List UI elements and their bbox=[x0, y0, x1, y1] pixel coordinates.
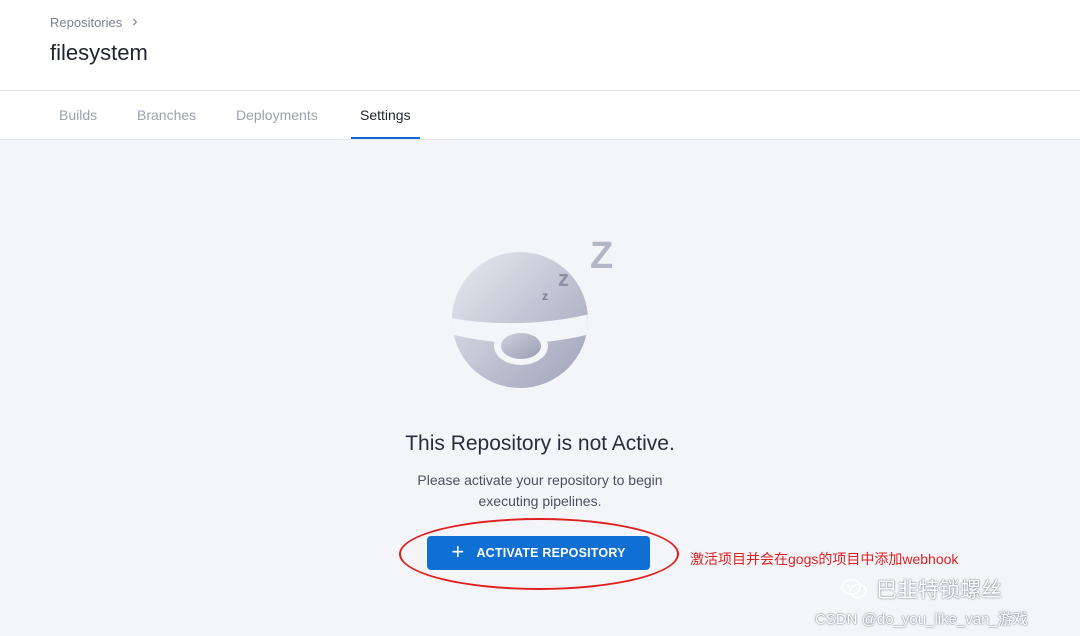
empty-state-description: Please activate your repository to begin… bbox=[340, 470, 740, 512]
empty-state-title: This Repository is not Active. bbox=[405, 432, 675, 455]
empty-state-description-line2: executing pipelines. bbox=[478, 493, 602, 509]
page-title: filesystem bbox=[50, 40, 148, 65]
zzz-small: z bbox=[542, 289, 548, 303]
zzz-medium: z bbox=[558, 266, 569, 291]
annotation-text: 激活项目并会在gogs的项目中添加webhook bbox=[690, 551, 959, 567]
watermark-credit: CSDN @do_you_like_van_游戏 bbox=[815, 611, 1028, 628]
annotation-circle bbox=[399, 518, 679, 590]
repo-header: Repositories › filesystem bbox=[0, 0, 1080, 91]
breadcrumb-repositories-link[interactable]: Repositories bbox=[50, 15, 122, 30]
wechat-icon bbox=[841, 578, 867, 599]
breadcrumb: Repositories › bbox=[50, 14, 138, 30]
zzz-large: Z bbox=[590, 235, 613, 277]
sleeping-repo-illustration: z z Z bbox=[452, 235, 613, 388]
watermark-brand: 巴韭特锁螺丝 bbox=[840, 574, 1002, 604]
tab-builds[interactable]: Builds bbox=[59, 91, 97, 137]
empty-state-description-line1: Please activate your repository to begin bbox=[417, 472, 663, 488]
chevron-right-icon: › bbox=[132, 13, 138, 30]
repo-tabs: Builds Branches Deployments Settings bbox=[0, 91, 1080, 140]
tab-settings[interactable]: Settings bbox=[351, 91, 420, 139]
watermark-brand-text: 巴韭特锁螺丝 bbox=[876, 579, 1002, 602]
tab-branches[interactable]: Branches bbox=[137, 91, 196, 137]
ball-button-shape bbox=[501, 333, 541, 359]
tab-deployments[interactable]: Deployments bbox=[236, 91, 318, 137]
